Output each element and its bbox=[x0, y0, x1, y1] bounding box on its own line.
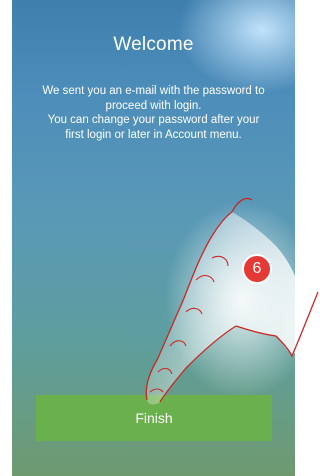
welcome-message-line: We sent you an e-mail with the password … bbox=[42, 85, 265, 97]
welcome-message-line: first login or later in Account menu. bbox=[65, 128, 242, 141]
welcome-message-line: You can change your password after your bbox=[47, 114, 260, 126]
finish-button[interactable]: Finish bbox=[36, 395, 272, 441]
device-frame: Welcome We sent you an e-mail with the p… bbox=[0, 0, 320, 476]
step-number-badge: 6 bbox=[242, 254, 272, 284]
welcome-message: We sent you an e-mail with the password … bbox=[20, 84, 287, 142]
page-title: Welcome bbox=[113, 34, 194, 55]
welcome-message-line: proceed with login. bbox=[105, 99, 202, 112]
welcome-screen: Welcome We sent you an e-mail with the p… bbox=[12, 0, 295, 476]
